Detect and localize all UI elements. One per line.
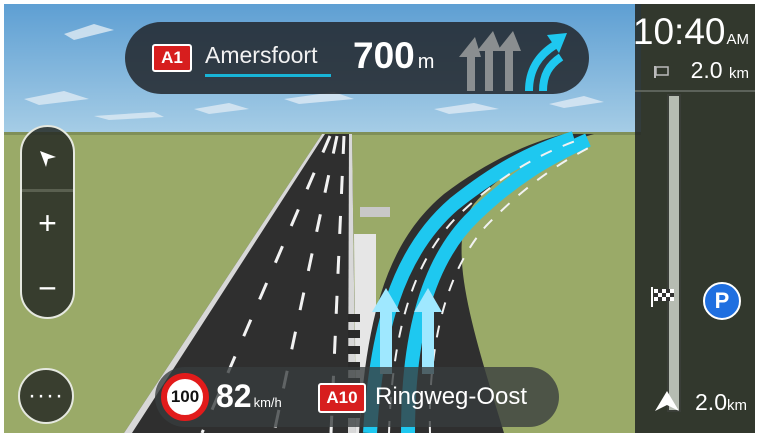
instruction-banner[interactable]: A1 Amersfoort 700 m [125, 22, 589, 94]
remaining-distance-value: 2.0 [690, 57, 723, 83]
zoom-controls: + − [20, 125, 75, 319]
destination-label: Amersfoort [205, 42, 318, 68]
zoom-in-button[interactable]: + [22, 197, 73, 249]
total-distance: 2.0km [695, 388, 747, 420]
lane-guidance-keep-right-icon [455, 27, 571, 93]
zoom-divider [22, 189, 73, 192]
current-position-arrow-icon [655, 391, 679, 411]
parking-icon[interactable]: P [703, 282, 741, 320]
distance-value: 700 [353, 35, 415, 76]
route-bar[interactable]: 10:40AM 2.0 km P 2.0km [633, 4, 755, 433]
main-menu-button[interactable]: ···· [18, 368, 74, 424]
destination-flag-icon [654, 66, 669, 78]
navigation-screen: A1 Amersfoort 700 m + − ···· 100 82 km/h… [4, 4, 755, 433]
current-road-shield: A10 [318, 383, 366, 413]
destination-underline [205, 74, 331, 77]
total-distance-value: 2.0 [695, 389, 727, 415]
current-speed: 82 km/h [216, 377, 282, 422]
speed-unit: km/h [253, 395, 282, 410]
route-bar-divider [635, 90, 755, 92]
current-street-name: Ringweg-Oost [375, 383, 528, 410]
arrival-time-value: 10:40 [632, 11, 726, 52]
zoom-out-button[interactable]: − [22, 263, 73, 313]
route-progress-track [667, 94, 681, 412]
distance-unit: m [417, 51, 435, 73]
distance-to-turn: 700 m [353, 36, 434, 82]
remaining-distance-unit: km [729, 65, 749, 82]
arrival-time: 10:40AM [633, 12, 749, 60]
bottom-info-bar: 100 82 km/h A10 Ringweg-Oost [155, 367, 559, 427]
finish-flag-icon [651, 287, 674, 307]
road-number-shield: A1 [152, 44, 192, 72]
speed-limit-sign: 100 [161, 373, 209, 421]
total-distance-unit: km [727, 397, 747, 414]
current-speed-value: 82 [216, 378, 252, 414]
pointer-icon[interactable] [22, 135, 73, 183]
arrival-ampm: AM [726, 31, 750, 48]
remaining-distance: 2.0 km [691, 56, 749, 88]
